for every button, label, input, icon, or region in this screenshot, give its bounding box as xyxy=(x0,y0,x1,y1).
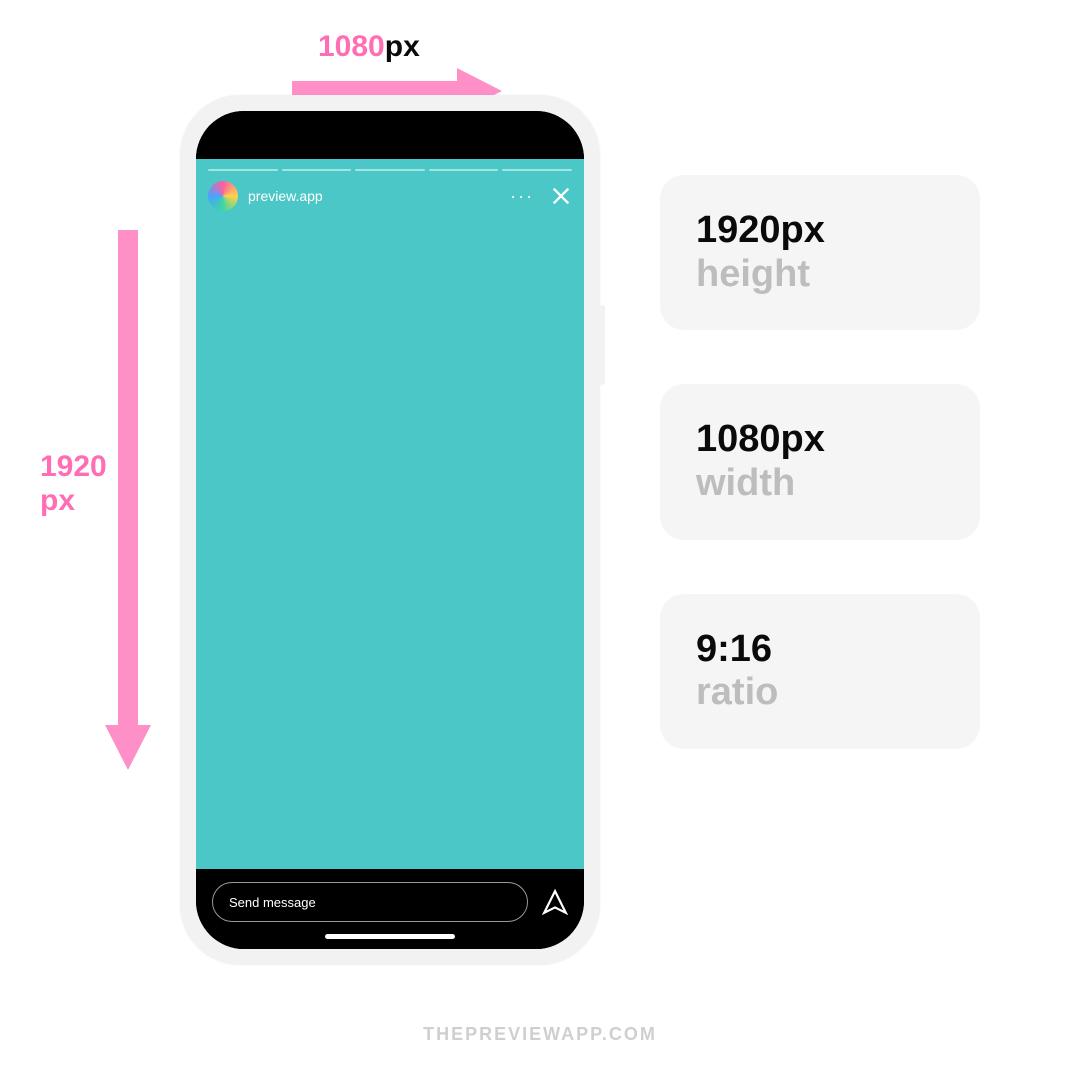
card-value: 1080px xyxy=(696,418,944,462)
phone-side-button xyxy=(600,305,605,385)
height-dimension-label: 1920 px xyxy=(40,450,107,518)
send-icon[interactable] xyxy=(542,889,568,915)
avatar[interactable] xyxy=(208,181,238,211)
info-card-height: 1920px height xyxy=(660,175,980,330)
width-dimension-label: 1080px xyxy=(318,30,420,64)
card-label: width xyxy=(696,462,944,506)
phone-mockup: preview.app ··· Send message xyxy=(180,95,600,965)
width-value: 1080 xyxy=(318,30,385,63)
message-input[interactable]: Send message xyxy=(212,882,528,922)
info-card-ratio: 9:16 ratio xyxy=(660,594,980,749)
card-value: 1920px xyxy=(696,209,944,253)
story-header: preview.app ··· xyxy=(208,181,572,211)
card-label: ratio xyxy=(696,671,944,715)
info-card-width: 1080px width xyxy=(660,384,980,539)
story-content-area: preview.app ··· xyxy=(196,159,584,869)
phone-notch xyxy=(305,111,475,141)
message-placeholder: Send message xyxy=(229,895,316,910)
story-progress-bars xyxy=(208,169,572,171)
card-value: 9:16 xyxy=(696,628,944,672)
close-icon[interactable] xyxy=(550,185,572,207)
phone-screen: preview.app ··· Send message xyxy=(196,111,584,949)
home-indicator xyxy=(325,934,455,939)
story-username[interactable]: preview.app xyxy=(248,188,323,204)
height-arrow-icon xyxy=(105,230,151,770)
more-icon[interactable]: ··· xyxy=(510,187,534,205)
card-label: height xyxy=(696,253,944,297)
height-unit: px xyxy=(40,484,107,518)
info-cards: 1920px height 1080px width 9:16 ratio xyxy=(660,175,980,749)
width-unit: px xyxy=(385,30,420,63)
height-value: 1920 xyxy=(40,450,107,484)
footer-credit: THEPREVIEWAPP.COM xyxy=(0,1024,1080,1045)
